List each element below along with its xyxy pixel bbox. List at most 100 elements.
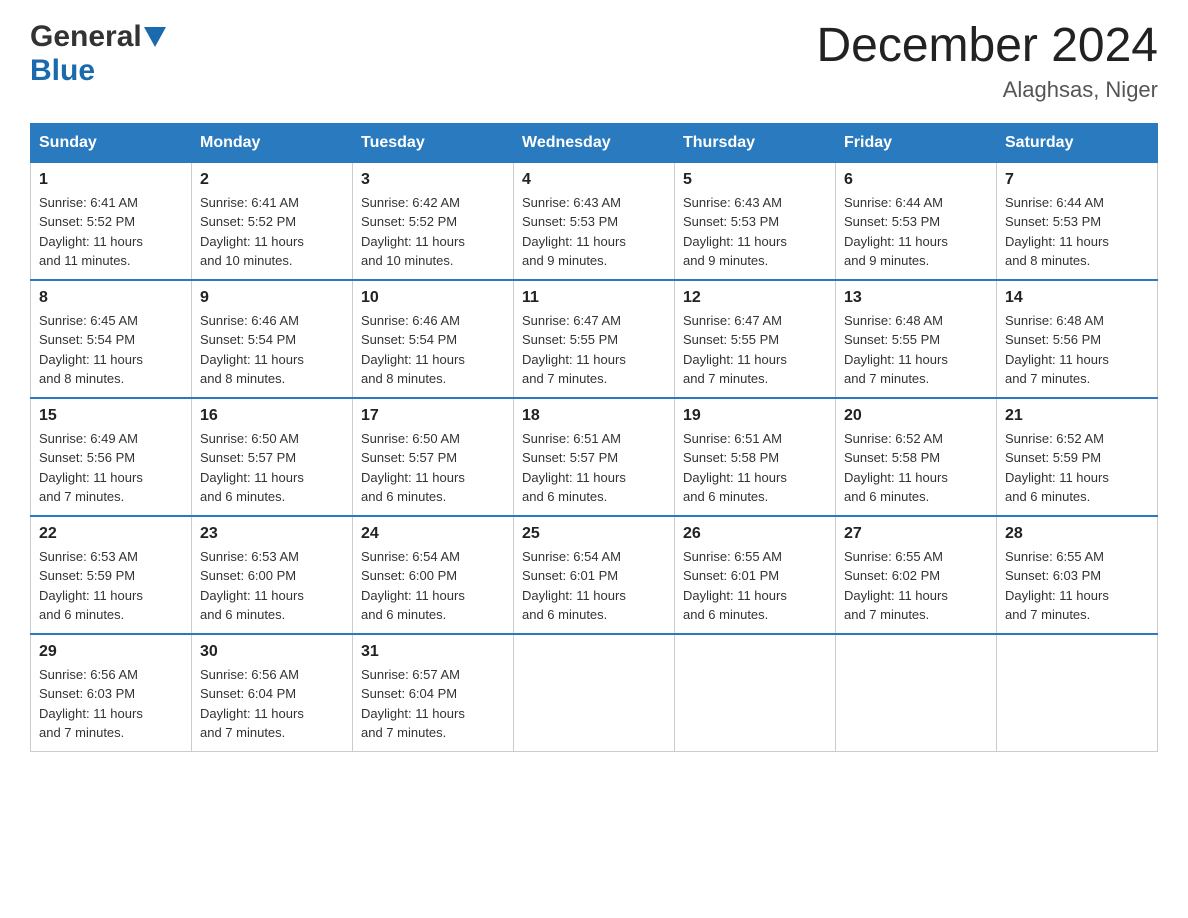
day-info: Sunrise: 6:42 AM Sunset: 5:52 PM Dayligh… [361, 193, 505, 271]
day-info: Sunrise: 6:48 AM Sunset: 5:56 PM Dayligh… [1005, 311, 1149, 389]
calendar-day-8: 8 Sunrise: 6:45 AM Sunset: 5:54 PM Dayli… [31, 280, 192, 398]
day-info: Sunrise: 6:41 AM Sunset: 5:52 PM Dayligh… [200, 193, 344, 271]
weekday-header-friday: Friday [836, 123, 997, 162]
day-number: 10 [361, 289, 505, 307]
day-number: 21 [1005, 407, 1149, 425]
day-info: Sunrise: 6:54 AM Sunset: 6:01 PM Dayligh… [522, 547, 666, 625]
day-info: Sunrise: 6:48 AM Sunset: 5:55 PM Dayligh… [844, 311, 988, 389]
title-section: December 2024 Alaghsas, Niger [816, 20, 1158, 103]
calendar-day-31: 31 Sunrise: 6:57 AM Sunset: 6:04 PM Dayl… [353, 634, 514, 752]
calendar-day-5: 5 Sunrise: 6:43 AM Sunset: 5:53 PM Dayli… [675, 162, 836, 280]
calendar-day-30: 30 Sunrise: 6:56 AM Sunset: 6:04 PM Dayl… [192, 634, 353, 752]
weekday-header-sunday: Sunday [31, 123, 192, 162]
day-number: 24 [361, 525, 505, 543]
day-number: 22 [39, 525, 183, 543]
day-info: Sunrise: 6:54 AM Sunset: 6:00 PM Dayligh… [361, 547, 505, 625]
calendar-week-1: 1 Sunrise: 6:41 AM Sunset: 5:52 PM Dayli… [31, 162, 1158, 280]
calendar-day-3: 3 Sunrise: 6:42 AM Sunset: 5:52 PM Dayli… [353, 162, 514, 280]
day-number: 12 [683, 289, 827, 307]
calendar-week-5: 29 Sunrise: 6:56 AM Sunset: 6:03 PM Dayl… [31, 634, 1158, 752]
day-info: Sunrise: 6:53 AM Sunset: 5:59 PM Dayligh… [39, 547, 183, 625]
calendar-title: December 2024 [816, 20, 1158, 73]
day-info: Sunrise: 6:46 AM Sunset: 5:54 PM Dayligh… [361, 311, 505, 389]
calendar-day-13: 13 Sunrise: 6:48 AM Sunset: 5:55 PM Dayl… [836, 280, 997, 398]
calendar-day-12: 12 Sunrise: 6:47 AM Sunset: 5:55 PM Dayl… [675, 280, 836, 398]
day-info: Sunrise: 6:52 AM Sunset: 5:58 PM Dayligh… [844, 429, 988, 507]
day-number: 5 [683, 171, 827, 189]
weekday-header-monday: Monday [192, 123, 353, 162]
day-number: 25 [522, 525, 666, 543]
calendar-day-7: 7 Sunrise: 6:44 AM Sunset: 5:53 PM Dayli… [997, 162, 1158, 280]
day-number: 31 [361, 643, 505, 661]
day-number: 26 [683, 525, 827, 543]
day-number: 3 [361, 171, 505, 189]
day-number: 13 [844, 289, 988, 307]
calendar-day-28: 28 Sunrise: 6:55 AM Sunset: 6:03 PM Dayl… [997, 516, 1158, 634]
day-info: Sunrise: 6:46 AM Sunset: 5:54 PM Dayligh… [200, 311, 344, 389]
calendar-table: SundayMondayTuesdayWednesdayThursdayFrid… [30, 123, 1158, 752]
day-info: Sunrise: 6:55 AM Sunset: 6:02 PM Dayligh… [844, 547, 988, 625]
calendar-day-10: 10 Sunrise: 6:46 AM Sunset: 5:54 PM Dayl… [353, 280, 514, 398]
day-number: 30 [200, 643, 344, 661]
weekday-header-saturday: Saturday [997, 123, 1158, 162]
calendar-day-27: 27 Sunrise: 6:55 AM Sunset: 6:02 PM Dayl… [836, 516, 997, 634]
day-info: Sunrise: 6:47 AM Sunset: 5:55 PM Dayligh… [522, 311, 666, 389]
calendar-day-17: 17 Sunrise: 6:50 AM Sunset: 5:57 PM Dayl… [353, 398, 514, 516]
day-number: 28 [1005, 525, 1149, 543]
day-number: 16 [200, 407, 344, 425]
calendar-day-11: 11 Sunrise: 6:47 AM Sunset: 5:55 PM Dayl… [514, 280, 675, 398]
calendar-day-18: 18 Sunrise: 6:51 AM Sunset: 5:57 PM Dayl… [514, 398, 675, 516]
day-info: Sunrise: 6:53 AM Sunset: 6:00 PM Dayligh… [200, 547, 344, 625]
calendar-empty-cell [997, 634, 1158, 752]
day-info: Sunrise: 6:56 AM Sunset: 6:03 PM Dayligh… [39, 665, 183, 743]
calendar-day-22: 22 Sunrise: 6:53 AM Sunset: 5:59 PM Dayl… [31, 516, 192, 634]
calendar-day-14: 14 Sunrise: 6:48 AM Sunset: 5:56 PM Dayl… [997, 280, 1158, 398]
day-info: Sunrise: 6:55 AM Sunset: 6:01 PM Dayligh… [683, 547, 827, 625]
day-info: Sunrise: 6:44 AM Sunset: 5:53 PM Dayligh… [844, 193, 988, 271]
calendar-day-25: 25 Sunrise: 6:54 AM Sunset: 6:01 PM Dayl… [514, 516, 675, 634]
calendar-day-16: 16 Sunrise: 6:50 AM Sunset: 5:57 PM Dayl… [192, 398, 353, 516]
calendar-empty-cell [675, 634, 836, 752]
day-info: Sunrise: 6:56 AM Sunset: 6:04 PM Dayligh… [200, 665, 344, 743]
calendar-day-21: 21 Sunrise: 6:52 AM Sunset: 5:59 PM Dayl… [997, 398, 1158, 516]
day-number: 27 [844, 525, 988, 543]
day-number: 11 [522, 289, 666, 307]
logo-general-text: General [30, 20, 142, 54]
day-number: 9 [200, 289, 344, 307]
day-info: Sunrise: 6:51 AM Sunset: 5:57 PM Dayligh… [522, 429, 666, 507]
day-info: Sunrise: 6:55 AM Sunset: 6:03 PM Dayligh… [1005, 547, 1149, 625]
logo-blue-text: Blue [30, 54, 95, 87]
calendar-day-19: 19 Sunrise: 6:51 AM Sunset: 5:58 PM Dayl… [675, 398, 836, 516]
day-number: 1 [39, 171, 183, 189]
calendar-location: Alaghsas, Niger [816, 77, 1158, 103]
day-info: Sunrise: 6:45 AM Sunset: 5:54 PM Dayligh… [39, 311, 183, 389]
day-number: 17 [361, 407, 505, 425]
calendar-day-9: 9 Sunrise: 6:46 AM Sunset: 5:54 PM Dayli… [192, 280, 353, 398]
calendar-day-15: 15 Sunrise: 6:49 AM Sunset: 5:56 PM Dayl… [31, 398, 192, 516]
calendar-empty-cell [836, 634, 997, 752]
day-info: Sunrise: 6:52 AM Sunset: 5:59 PM Dayligh… [1005, 429, 1149, 507]
weekday-header-row: SundayMondayTuesdayWednesdayThursdayFrid… [31, 123, 1158, 162]
day-number: 4 [522, 171, 666, 189]
logo-triangle-icon [144, 27, 166, 49]
day-info: Sunrise: 6:50 AM Sunset: 5:57 PM Dayligh… [361, 429, 505, 507]
day-info: Sunrise: 6:47 AM Sunset: 5:55 PM Dayligh… [683, 311, 827, 389]
day-info: Sunrise: 6:51 AM Sunset: 5:58 PM Dayligh… [683, 429, 827, 507]
day-info: Sunrise: 6:41 AM Sunset: 5:52 PM Dayligh… [39, 193, 183, 271]
day-info: Sunrise: 6:43 AM Sunset: 5:53 PM Dayligh… [522, 193, 666, 271]
day-info: Sunrise: 6:49 AM Sunset: 5:56 PM Dayligh… [39, 429, 183, 507]
calendar-day-2: 2 Sunrise: 6:41 AM Sunset: 5:52 PM Dayli… [192, 162, 353, 280]
calendar-day-6: 6 Sunrise: 6:44 AM Sunset: 5:53 PM Dayli… [836, 162, 997, 280]
calendar-week-2: 8 Sunrise: 6:45 AM Sunset: 5:54 PM Dayli… [31, 280, 1158, 398]
day-number: 18 [522, 407, 666, 425]
logo: General Blue [30, 20, 166, 88]
day-number: 19 [683, 407, 827, 425]
weekday-header-thursday: Thursday [675, 123, 836, 162]
day-number: 20 [844, 407, 988, 425]
calendar-empty-cell [514, 634, 675, 752]
calendar-day-26: 26 Sunrise: 6:55 AM Sunset: 6:01 PM Dayl… [675, 516, 836, 634]
day-info: Sunrise: 6:43 AM Sunset: 5:53 PM Dayligh… [683, 193, 827, 271]
day-number: 23 [200, 525, 344, 543]
day-number: 15 [39, 407, 183, 425]
day-number: 7 [1005, 171, 1149, 189]
